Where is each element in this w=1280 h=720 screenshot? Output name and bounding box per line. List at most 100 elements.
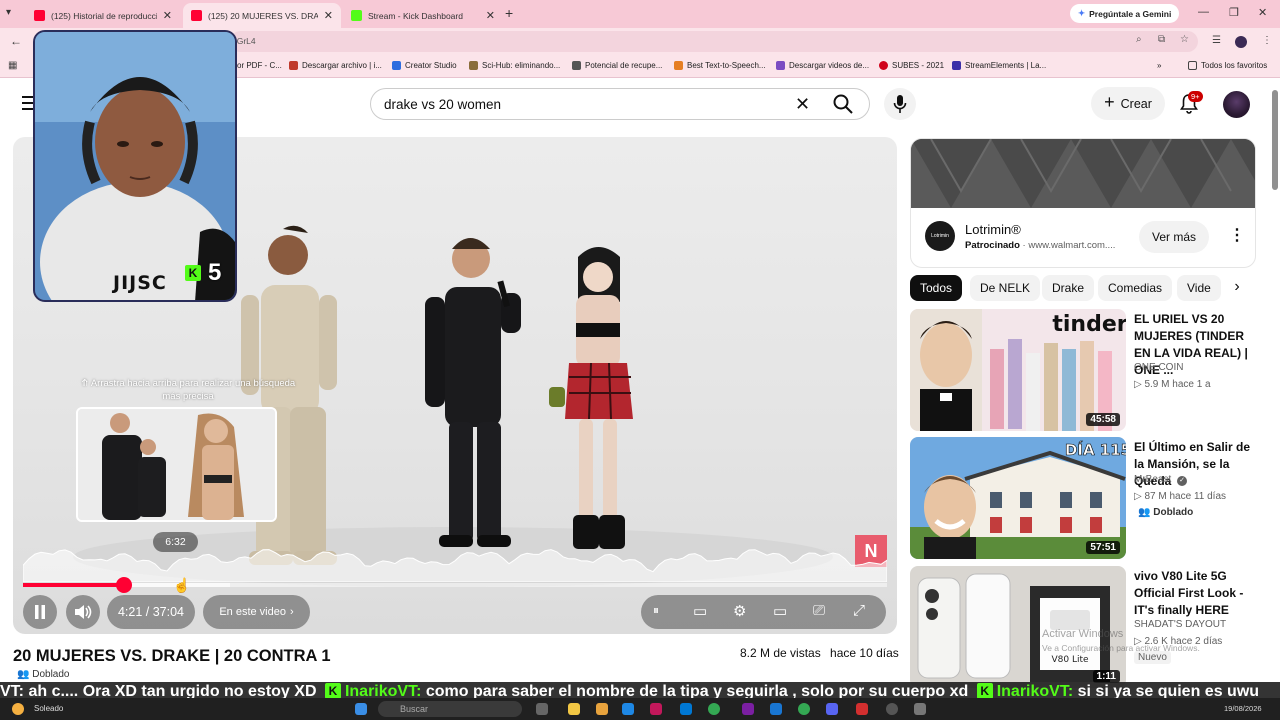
- autoplay-toggle-icon[interactable]: ⏸: [653, 603, 659, 618]
- edge-icon[interactable]: [622, 703, 634, 715]
- clear-search-icon[interactable]: ✕: [795, 94, 810, 115]
- app-icon[interactable]: [742, 703, 754, 715]
- chrome-icon[interactable]: [798, 703, 810, 715]
- chrome-icon[interactable]: [708, 703, 720, 715]
- chip-all[interactable]: Todos: [910, 275, 963, 301]
- obs-icon[interactable]: [886, 703, 898, 715]
- cast-icon[interactable]: ⎚: [813, 602, 825, 619]
- subtitles-icon[interactable]: ▭: [693, 602, 707, 620]
- pause-button[interactable]: [23, 595, 57, 629]
- maximize-icon[interactable]: ❐: [1229, 6, 1239, 19]
- task-view-icon[interactable]: [536, 703, 548, 715]
- bookmark-item[interactable]: Descargar videos de...: [776, 61, 869, 70]
- apps-grid-icon[interactable]: ▦: [8, 60, 17, 71]
- omnibox[interactable]: LGrL4 ⌕ ⧉ ☆: [230, 31, 1198, 52]
- app-icon[interactable]: [596, 703, 608, 715]
- video-title: 20 MUJERES VS. DRAKE | 20 CONTRA 1: [13, 647, 331, 665]
- kick-logo-icon: K: [976, 683, 993, 699]
- chip-videos[interactable]: Vide: [1177, 275, 1221, 301]
- fullscreen-icon[interactable]: ⤢: [853, 602, 865, 619]
- close-tab-icon[interactable]: ✕: [163, 9, 172, 22]
- chip-drake[interactable]: Drake: [1042, 275, 1095, 301]
- bookmark-item[interactable]: or PDF - C...: [237, 61, 282, 70]
- bookmark-item[interactable]: Sci-Hub: eliminando...: [469, 61, 560, 70]
- all-bookmarks-folder[interactable]: Todos los favoritos: [1188, 61, 1267, 70]
- channel-line[interactable]: MrBeast ✓: [1134, 474, 1188, 486]
- app-icon[interactable]: [914, 703, 926, 715]
- install-icon[interactable]: ⧉: [1158, 34, 1165, 45]
- streamer-webcam-overlay: JIJSC: [33, 30, 237, 302]
- close-tab-icon[interactable]: ✕: [486, 9, 495, 22]
- search-input[interactable]: drake vs 20 women: [384, 97, 501, 112]
- file-explorer-icon[interactable]: [568, 703, 580, 715]
- windows-start-icon[interactable]: [355, 703, 367, 715]
- tab-history[interactable]: (125) Historial de reproducción ✕: [26, 3, 180, 28]
- theater-mode-icon[interactable]: ▭: [773, 602, 787, 620]
- close-window-icon[interactable]: ✕: [1258, 6, 1267, 19]
- tab-title: (125) 20 MUJERES VS. DRAKE: [208, 10, 318, 21]
- video-title[interactable]: vivo V80 Lite 5G Official First Look - I…: [1134, 568, 1256, 619]
- bookmark-label: or PDF - C...: [237, 61, 282, 70]
- back-arrow-icon[interactable]: ←: [10, 34, 22, 48]
- app-icon[interactable]: [856, 703, 868, 715]
- tab-search-chevron-icon[interactable]: ▾: [6, 7, 11, 18]
- account-avatar[interactable]: [1223, 91, 1250, 118]
- ad-banner-image: [911, 139, 1255, 208]
- taskbar-search[interactable]: Buscar: [378, 701, 522, 717]
- recommended-video[interactable]: tinder 45:58 EL URIEL VS 20 MUJERES (TIN…: [910, 309, 1256, 431]
- youtube-icon: [34, 10, 45, 21]
- ad-domain: · www.walmart.com....: [1022, 240, 1116, 251]
- create-button[interactable]: + Crear: [1091, 87, 1165, 120]
- recommended-video[interactable]: DÍA 115 57:51 El Último en Salir de la M…: [910, 437, 1256, 559]
- tab-title: (125) Historial de reproducción: [51, 10, 157, 21]
- minimize-icon[interactable]: —: [1198, 6, 1209, 18]
- search-box[interactable]: drake vs 20 women ✕: [370, 88, 870, 120]
- ask-gemini-button[interactable]: ✦ Pregúntale a Gemini: [1070, 4, 1180, 23]
- volume-button[interactable]: [66, 595, 100, 629]
- scrollbar-thumb[interactable]: [1272, 90, 1278, 190]
- chip-de-nelk[interactable]: De NELK: [970, 275, 1041, 301]
- bookmark-star-icon[interactable]: ☆: [1180, 34, 1189, 45]
- bookmark-item[interactable]: StreamElements | La...: [952, 61, 1046, 70]
- new-tab-button[interactable]: +: [505, 5, 513, 21]
- ad-more-options-icon[interactable]: ⋮: [1229, 225, 1245, 245]
- chip-comedias[interactable]: Comedias: [1098, 275, 1173, 301]
- tab-current-video[interactable]: (125) 20 MUJERES VS. DRAKE ✕: [183, 3, 341, 28]
- advertiser-logo: Lotrimin: [925, 221, 955, 251]
- reading-list-icon[interactable]: ☰: [1212, 35, 1221, 46]
- voice-search-mic-icon[interactable]: [884, 88, 916, 120]
- profile-avatar-icon[interactable]: [1235, 36, 1247, 48]
- page-scrollbar[interactable]: [1271, 82, 1279, 692]
- browser-menu-icon[interactable]: ⋮: [1262, 35, 1272, 46]
- bookmark-item[interactable]: SUBES - 2021: [879, 61, 944, 70]
- app-icon[interactable]: [650, 703, 662, 715]
- bookmark-item[interactable]: Potencial de recupe...: [572, 61, 662, 70]
- channel-name[interactable]: ONE COIN: [1134, 362, 1183, 373]
- zoom-icon[interactable]: ⌕: [1136, 34, 1142, 45]
- sponsored-ad-card[interactable]: Lotrimin Lotrimin® Patrocinado · www.wal…: [910, 138, 1256, 268]
- bookmark-item[interactable]: Best Text-to-Speech...: [674, 61, 766, 70]
- progress-bar[interactable]: [23, 577, 887, 593]
- video-duration: 45:58: [1086, 413, 1120, 426]
- dubbed-label: Doblado: [1153, 507, 1194, 518]
- ad-see-more-button[interactable]: Ver más: [1139, 221, 1209, 253]
- bookmark-label: Descargar archivo | i...: [302, 61, 382, 70]
- search-icon[interactable]: [833, 94, 853, 117]
- tab-kick-dashboard[interactable]: Stream - Kick Dashboard ✕: [343, 3, 503, 28]
- in-this-video-button[interactable]: En este video ›: [203, 595, 310, 629]
- gemini-label: Pregúntale a Gemini: [1089, 8, 1172, 19]
- app-icon[interactable]: [770, 703, 782, 715]
- scrubber-handle[interactable]: [116, 577, 133, 593]
- channel-name[interactable]: MrBeast: [1134, 474, 1171, 485]
- mail-icon[interactable]: [680, 703, 692, 715]
- bookmark-item[interactable]: Descargar archivo | i...: [289, 61, 382, 70]
- more-bookmarks-chevron-icon[interactable]: »: [1157, 61, 1161, 70]
- settings-gear-icon[interactable]: ⚙: [733, 602, 746, 620]
- advertiser-name: Lotrimin®: [965, 222, 1021, 237]
- tab-title: Stream - Kick Dashboard: [368, 10, 463, 21]
- close-tab-icon[interactable]: ✕: [324, 9, 333, 22]
- discord-icon[interactable]: [826, 703, 838, 715]
- bookmark-item[interactable]: Creator Studio: [392, 61, 457, 70]
- chips-next-chevron-icon[interactable]: ›: [1226, 278, 1248, 300]
- youtube-icon: [191, 10, 202, 21]
